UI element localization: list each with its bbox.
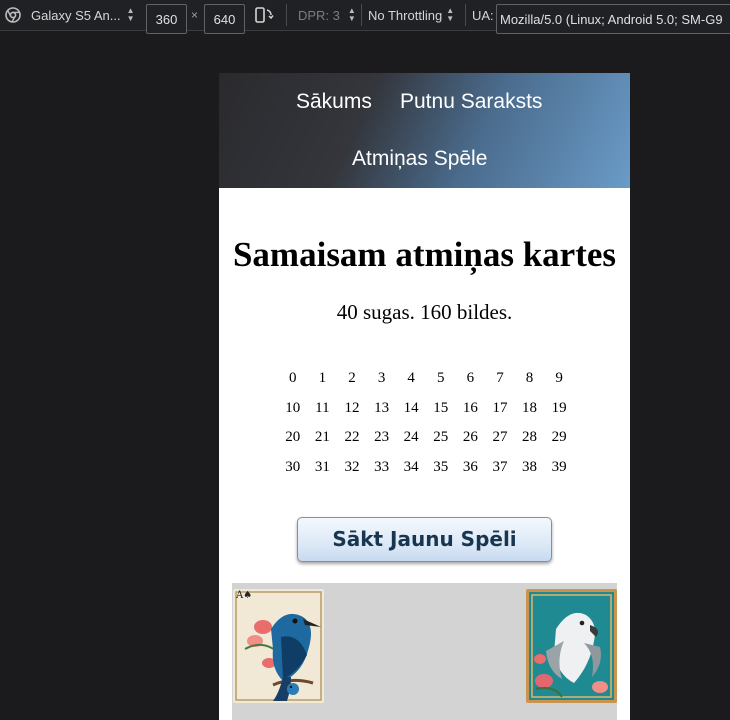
- species-number: 1: [318, 370, 327, 386]
- species-number: 16: [462, 399, 478, 416]
- species-number: 10: [285, 399, 301, 416]
- ua-label: UA:: [472, 7, 494, 23]
- species-number: 25: [433, 429, 449, 445]
- dpr-label: DPR: 3: [298, 7, 340, 23]
- page-subtitle: 40 sugas. 160 bildes.: [336, 300, 513, 324]
- species-number: 29: [551, 429, 567, 445]
- caret-icon: ▲ ▼: [446, 6, 455, 23]
- species-number: 27: [492, 429, 508, 445]
- species-number: 20: [285, 429, 301, 445]
- species-number: 13: [374, 399, 390, 416]
- species-number: 5: [437, 370, 445, 386]
- species-number: 7: [496, 370, 504, 386]
- memory-card-board: A♠: [232, 583, 617, 720]
- species-number: 3: [377, 370, 386, 386]
- species-number: 35: [433, 458, 449, 475]
- dpr-select[interactable]: DPR: 3 ▲ ▼: [298, 0, 356, 30]
- device-select[interactable]: Galaxy S5 An... ▲ ▼: [31, 0, 135, 30]
- species-number: 31: [314, 458, 330, 475]
- species-number: 34: [403, 458, 419, 475]
- caret-icon: ▲ ▼: [347, 6, 356, 23]
- species-number: 28: [522, 429, 538, 445]
- species-number: 17: [492, 399, 508, 416]
- site-navigation: Sākums Putnu Saraksts Atmiņas Spēle: [219, 73, 630, 188]
- species-number: 18: [522, 399, 538, 416]
- throttling-select[interactable]: No Throttling ▲ ▼: [368, 0, 454, 30]
- species-number: 36: [462, 458, 478, 475]
- throttling-label: No Throttling: [368, 7, 443, 23]
- species-number: 6: [466, 370, 475, 386]
- memory-card-white-bird[interactable]: [526, 589, 617, 703]
- species-number: 19: [551, 399, 567, 416]
- devtools-device-toolbar: Galaxy S5 An... ▲ ▼ 360 × 640 DPR: 3 ▲ ▼ N…: [0, 0, 730, 34]
- species-number: 11: [315, 399, 330, 416]
- species-number: 33: [374, 458, 390, 475]
- species-number: 14: [403, 399, 419, 416]
- species-number: 21: [314, 429, 330, 445]
- nav-link-memory-game[interactable]: Atmiņas Spēle: [352, 147, 487, 171]
- species-number: 32: [344, 458, 360, 475]
- toolbar-divider: [465, 4, 466, 26]
- start-new-game-button[interactable]: Sākt Jaunu Spēli: [297, 517, 552, 562]
- species-number: 24: [403, 429, 419, 445]
- species-number: 30: [285, 458, 301, 475]
- device-viewport: Sākums Putnu Saraksts Atmiņas Spēle Sama…: [219, 73, 630, 720]
- species-number: 4: [407, 370, 415, 386]
- memory-card-blue-bird[interactable]: A♠: [233, 589, 324, 703]
- species-number: 37: [492, 458, 508, 475]
- rotate-icon[interactable]: [254, 0, 274, 30]
- width-input[interactable]: 360: [146, 4, 187, 34]
- species-number: 2: [348, 370, 356, 386]
- dimension-separator: ×: [191, 8, 199, 22]
- blue-bird-card-image: [233, 589, 324, 703]
- device-select-label: Galaxy S5 An...: [31, 7, 121, 23]
- species-number: 12: [344, 399, 360, 416]
- species-number-grid: 0 1 2 3 4 5 6 7 8 9 10 11 12 13 14 15 16 17 18 19 20 21 22 23 24…: [278, 368, 574, 478]
- species-number: 39: [551, 458, 567, 475]
- species-number: 38: [522, 458, 538, 475]
- toolbar-divider: [286, 4, 287, 26]
- caret-icon: ▲ ▼: [126, 6, 135, 23]
- toolbar-divider: [361, 4, 362, 26]
- species-number: 15: [433, 399, 449, 416]
- nav-link-home[interactable]: Sākums: [296, 90, 372, 114]
- white-bird-card-image: [526, 589, 617, 703]
- species-number: 8: [525, 370, 534, 386]
- nav-link-bird-list[interactable]: Putnu Saraksts: [400, 90, 542, 114]
- card-corner-ace-spade: A♠: [236, 591, 252, 601]
- species-number: 26: [462, 429, 478, 445]
- user-agent-input[interactable]: Mozilla/5.0 (Linux; Android 5.0; SM-G9: [496, 4, 730, 34]
- species-number: 23: [374, 429, 390, 445]
- chrome-icon: [5, 0, 21, 30]
- species-number: 9: [555, 370, 563, 386]
- species-number: 0: [289, 370, 297, 386]
- species-number: 22: [344, 429, 360, 445]
- height-input[interactable]: 640: [204, 4, 245, 34]
- page-title: Samaisam atmiņas kartes: [232, 235, 617, 274]
